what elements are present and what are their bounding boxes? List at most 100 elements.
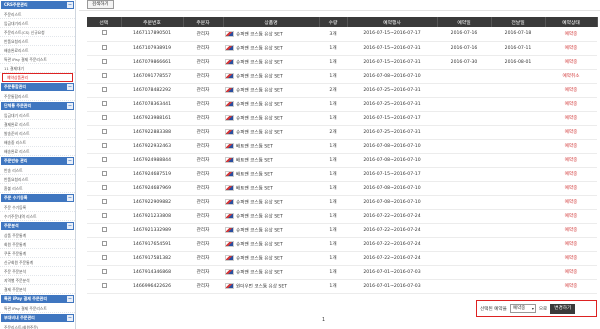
row-checkbox[interactable] bbox=[101, 198, 107, 204]
collapse-icon[interactable]: − bbox=[67, 103, 73, 109]
product-name[interactable]: 슈퍼맨 코스튬 유상 SET bbox=[236, 46, 283, 51]
row-checkbox[interactable] bbox=[101, 170, 107, 176]
row-checkbox[interactable] bbox=[101, 282, 107, 288]
sidebar-item[interactable]: 환불 리스트 bbox=[0, 184, 75, 193]
row-checkbox[interactable] bbox=[101, 30, 107, 36]
sidebar-item[interactable]: 주문리스트(회원주문) bbox=[0, 323, 75, 329]
row-checkbox[interactable] bbox=[101, 212, 107, 218]
sidebar-item[interactable]: 입금대기 리스트 bbox=[0, 111, 75, 120]
sidebar-item[interactable]: 배송완료 리스트 bbox=[0, 147, 75, 156]
sidebar-item[interactable]: 11 결제대기 bbox=[0, 64, 75, 73]
row-checkbox[interactable] bbox=[101, 184, 107, 190]
search-button[interactable]: 검색하기 bbox=[87, 0, 114, 9]
table-row[interactable]: 1467922909882 관리자 슈퍼맨 코스튬 유상 SET 1개 2016-07-… bbox=[87, 195, 597, 210]
table-row[interactable]: 1467091778557 관리자 슈퍼맨 코스튬 유상 SET 1개 2016-07-… bbox=[87, 69, 597, 84]
sidebar-item[interactable]: 반송 리스트 bbox=[0, 166, 75, 175]
table-row[interactable]: 1467924687969 관리자 배트맨 코스튬 SET 1개 2016-07-08~… bbox=[87, 181, 597, 196]
row-checkbox[interactable] bbox=[101, 114, 107, 120]
collapse-icon[interactable]: − bbox=[67, 223, 73, 229]
table-row[interactable]: 1467078482292 관리자 슈퍼맨 코스튬 유상 SET 2개 2016-07-… bbox=[87, 83, 597, 98]
sidebar-item[interactable]: 입금대기리스트 bbox=[0, 19, 75, 28]
row-checkbox[interactable] bbox=[101, 72, 107, 78]
sidebar-section-header[interactable]: 주문반송 관리 − bbox=[1, 157, 74, 165]
row-checkbox[interactable] bbox=[101, 128, 107, 134]
sidebar-section-header[interactable]: 부대비내 주문관리 − bbox=[1, 314, 74, 322]
table-row[interactable]: 1467921332989 관리자 슈퍼맨 코스튬 유상 SET 1개 2016-07-… bbox=[87, 223, 597, 238]
sidebar-section-header[interactable]: 주문 수기등록 − bbox=[1, 194, 74, 202]
table-row[interactable]: 1467922932463 관리자 배트맨 코스튬 SET 1개 2016-07-08~… bbox=[87, 139, 597, 154]
product-name[interactable]: 슈퍼맨 코스튬 유상 SET bbox=[236, 32, 283, 37]
sidebar-item[interactable]: 예약상품관리 bbox=[2, 73, 73, 82]
change-button[interactable]: 변경하기 bbox=[550, 303, 576, 314]
page-number[interactable]: 1 bbox=[322, 318, 325, 323]
sidebar-item[interactable]: 반품요청리스트 bbox=[0, 175, 75, 184]
sidebar-item[interactable]: 주문통합리스트 bbox=[0, 92, 75, 101]
table-row[interactable]: 1467924988844 관리자 배트맨 코스튬 SET 1개 2016-07-08~… bbox=[87, 153, 597, 168]
sidebar-item[interactable]: 쿠폰 주문통계 bbox=[0, 249, 75, 258]
product-name[interactable]: 슈퍼맨 코스튬 유상 SET bbox=[236, 130, 283, 135]
product-name[interactable]: 슈퍼맨 코스튬 유상 SET bbox=[236, 214, 283, 219]
table-row[interactable]: 1466996422626 관리자 원더우먼 코스튬 유상 SET 1개 2016-07… bbox=[87, 279, 597, 294]
table-row[interactable]: 1467917581382 관리자 슈퍼맨 코스튬 유상 SET 1개 2016-07-… bbox=[87, 251, 597, 266]
table-row[interactable]: 1467107938919 관리자 슈퍼맨 코스튬 유상 SET 1개 2016-07-… bbox=[87, 41, 597, 56]
product-name[interactable]: 슈퍼맨 코스튬 유상 SET bbox=[236, 116, 283, 121]
sidebar-item[interactable]: 발송준비 리스트 bbox=[0, 129, 75, 138]
sidebar-section-header[interactable]: 주문통합관리 − bbox=[1, 83, 74, 91]
product-name[interactable]: 슈퍼맨 코스튬 유상 SET bbox=[236, 200, 283, 205]
sidebar-section-header[interactable]: 특관 iPay 결제 주문관리 − bbox=[1, 295, 74, 303]
sidebar-item[interactable]: 신규회원 주문통계 bbox=[0, 258, 75, 267]
collapse-icon[interactable]: − bbox=[67, 296, 73, 302]
sidebar-item[interactable]: 배송중 리스트 bbox=[0, 138, 75, 147]
table-row[interactable]: 1467923988161 관리자 슈퍼맨 코스튬 유상 SET 1개 2016-07-… bbox=[87, 111, 597, 126]
row-checkbox[interactable] bbox=[101, 100, 107, 106]
product-name[interactable]: 배트맨 코스튬 SET bbox=[236, 186, 273, 191]
table-row[interactable]: 1467917654591 관리자 슈퍼맨 코스튬 유상 SET 1개 2016-07-… bbox=[87, 237, 597, 252]
product-name[interactable]: 슈퍼맨 코스튬 유상 SET bbox=[236, 228, 283, 233]
sidebar-item[interactable]: 상품 주문통계 bbox=[0, 231, 75, 240]
row-checkbox[interactable] bbox=[101, 254, 107, 260]
sidebar-section-header[interactable]: 단체통 주문관리 − bbox=[1, 102, 74, 110]
collapse-icon[interactable]: − bbox=[67, 195, 73, 201]
table-row[interactable]: 1467078363441 관리자 슈퍼맨 코스튬 유상 SET 1개 2016-07-… bbox=[87, 97, 597, 112]
sidebar-item[interactable]: 특관 iPay 결제 주문리스트 bbox=[0, 304, 75, 313]
sidebar-section-header[interactable]: CRS주문관리 − bbox=[1, 1, 74, 9]
sidebar-item[interactable]: 결제완료 리스트 bbox=[0, 120, 75, 129]
row-checkbox[interactable] bbox=[101, 268, 107, 274]
sidebar-item[interactable]: 주문리스트(CS) 신규요청 bbox=[0, 28, 75, 37]
product-name[interactable]: 슈퍼맨 코스튬 유상 SET bbox=[236, 60, 283, 65]
product-name[interactable]: 원더우먼 코스튬 유상 SET bbox=[236, 284, 287, 289]
product-name[interactable]: 배트맨 코스튬 SET bbox=[236, 158, 273, 163]
sidebar-item[interactable]: 반품요청리스트 bbox=[0, 37, 75, 46]
product-name[interactable]: 슈퍼맨 코스튬 유상 SET bbox=[236, 256, 283, 261]
collapse-icon[interactable]: − bbox=[67, 315, 73, 321]
sidebar-section-header[interactable]: 주문분석 − bbox=[1, 222, 74, 230]
product-name[interactable]: 배트맨 코스튬 SET bbox=[236, 172, 273, 177]
product-name[interactable]: 슈퍼맨 코스튬 유상 SET bbox=[236, 242, 283, 247]
row-checkbox[interactable] bbox=[101, 156, 107, 162]
product-name[interactable]: 배트맨 코스튬 SET bbox=[236, 144, 273, 149]
collapse-icon[interactable]: − bbox=[67, 84, 73, 90]
row-checkbox[interactable] bbox=[101, 44, 107, 50]
row-checkbox[interactable] bbox=[101, 142, 107, 148]
table-row[interactable]: 1467922883388 관리자 슈퍼맨 코스튬 유상 SET 2개 2016-07-… bbox=[87, 125, 597, 140]
sidebar-item[interactable]: 주문리스트 bbox=[0, 10, 75, 19]
sidebar-item[interactable]: 배송완료리스트 bbox=[0, 46, 75, 55]
collapse-icon[interactable]: − bbox=[67, 158, 73, 164]
product-name[interactable]: 슈퍼맨 코스튬 유상 SET bbox=[236, 102, 283, 107]
row-checkbox[interactable] bbox=[101, 86, 107, 92]
sidebar-item[interactable]: 지역별 주문분석 bbox=[0, 276, 75, 285]
row-checkbox[interactable] bbox=[101, 226, 107, 232]
sidebar-item[interactable]: 회원 주문통계 bbox=[0, 240, 75, 249]
product-name[interactable]: 슈퍼맨 코스튬 유상 SET bbox=[236, 88, 283, 93]
table-row[interactable]: 1467921233808 관리자 슈퍼맨 코스튬 유상 SET 1개 2016-07-… bbox=[87, 209, 597, 224]
table-row[interactable]: 1467079866661 관리자 슈퍼맨 코스튬 유상 SET 1개 2016-07-… bbox=[87, 55, 597, 70]
row-checkbox[interactable] bbox=[101, 58, 107, 64]
collapse-icon[interactable]: − bbox=[67, 2, 73, 8]
sidebar-item[interactable]: 주문 주문분석 bbox=[0, 267, 75, 276]
sidebar-item[interactable]: 결제 주문분석 bbox=[0, 285, 75, 294]
sidebar-item[interactable]: 특관 iPay 결제 주문리스트 bbox=[0, 55, 75, 64]
status-select[interactable]: 예약중 bbox=[509, 304, 536, 313]
table-row[interactable]: 1467924687519 관리자 배트맨 코스튬 SET 1개 2016-07-15~… bbox=[87, 167, 597, 182]
table-row[interactable]: 1467117890501 관리자 슈퍼맨 코스튬 유상 SET 3개 2016-07-… bbox=[87, 27, 597, 42]
sidebar-item[interactable]: 수기주문내역 리스트 bbox=[0, 212, 75, 221]
